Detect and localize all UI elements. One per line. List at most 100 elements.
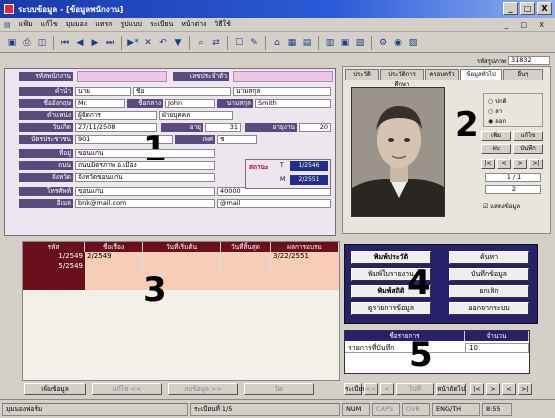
menu-view[interactable]: มุมมอง xyxy=(66,19,87,30)
extra2-icon[interactable]: ▨ xyxy=(407,37,419,49)
db-icon[interactable]: ▧ xyxy=(354,37,366,49)
extra-icon[interactable]: ◉ xyxy=(392,37,404,49)
add-record-button[interactable]: เพิ่มข้อมูล xyxy=(24,383,86,395)
save-icon[interactable]: ▣ xyxy=(6,37,18,49)
label-province: จังหวัด xyxy=(19,173,73,182)
first-record-icon[interactable]: ⏮ xyxy=(59,37,71,49)
menu-records[interactable]: ระเบียน xyxy=(150,19,173,30)
menu-format[interactable]: รูปแบบ xyxy=(120,19,142,30)
cancel-button[interactable]: ยกเลิก xyxy=(449,285,529,298)
phone-field[interactable]: ขอนแก่น xyxy=(75,187,215,196)
street-field[interactable]: ถนนมิตรภาพ อ.เมือง xyxy=(75,161,215,170)
tab-education[interactable]: ประวัติการศึกษา xyxy=(380,69,424,88)
undo-icon[interactable]: ↶ xyxy=(157,37,169,49)
table-row-selector[interactable] xyxy=(23,272,85,290)
last-name-field[interactable]: นามสกุล xyxy=(233,87,331,96)
menu-help[interactable]: วิธีใช้ xyxy=(214,19,230,30)
design-icon[interactable]: ✎ xyxy=(248,37,260,49)
find-icon[interactable]: ⌕ xyxy=(195,37,207,49)
props-icon[interactable]: ⌂ xyxy=(271,37,283,49)
photo-add-button[interactable]: เพิ่ม xyxy=(481,131,511,141)
photo-nav-prev[interactable]: < xyxy=(497,159,511,169)
radio-leave[interactable]: ○ ลา xyxy=(488,106,502,116)
nav-nextpage-button[interactable]: หน้าถัดไป xyxy=(436,383,466,395)
sort-icon[interactable]: ☐ xyxy=(233,37,245,49)
tab-history[interactable]: ประวัติ xyxy=(345,69,379,80)
table-row[interactable]: 1/2549 2/2549 3/22/2551 xyxy=(23,252,339,262)
exit-icon[interactable]: ⚙ xyxy=(377,37,389,49)
position-select[interactable]: ผู้จัดการ xyxy=(75,111,157,120)
photo-nav-next[interactable]: > xyxy=(513,159,527,169)
photo-save-button[interactable]: บันทึก xyxy=(513,144,543,154)
employee-id-field[interactable] xyxy=(77,71,167,82)
filter-icon[interactable]: ▼ xyxy=(172,37,184,49)
table-new-row[interactable] xyxy=(85,272,339,290)
nav-first-button[interactable]: << xyxy=(364,383,378,395)
email-domain-field[interactable]: @mail xyxy=(217,199,331,208)
age-field[interactable]: 31 xyxy=(205,123,241,132)
radio-resign[interactable]: ◉ ออก xyxy=(488,116,506,126)
toolbar: ▣ ⎙ ◫ ⏮ ◀ ▶ ⏭ ▶* ✕ ↶ ▼ ⌕ ⇄ ☐ ✎ ⌂ ▦ ▤ ▥ ▣… xyxy=(0,33,555,53)
work-years-field[interactable]: 20 xyxy=(299,123,331,132)
email-field[interactable]: bnk@mail.com xyxy=(75,199,215,208)
show-data-checkbox[interactable]: ☑ แสดงข้อมูล xyxy=(483,201,520,211)
nav-goto-button[interactable]: ไปที่ xyxy=(396,383,434,395)
edit-prev-button[interactable]: แก้ไข << xyxy=(92,383,162,395)
middle-name-field[interactable]: John xyxy=(165,99,215,108)
summary-row[interactable]: รายการที่บันทึก 10 xyxy=(345,343,529,353)
photo-edit-button[interactable]: แก้ไข xyxy=(513,131,543,141)
search-button[interactable]: ค้นหา xyxy=(449,251,529,264)
replace-icon[interactable]: ⇄ xyxy=(210,37,222,49)
menu-edit[interactable]: แก้ไข xyxy=(41,19,58,30)
nav-prev-button[interactable]: < xyxy=(380,383,394,395)
menu-window[interactable]: หน้าต่าง xyxy=(181,19,206,30)
close-form-button[interactable]: ปิด xyxy=(244,383,314,395)
prefix-field[interactable]: นาย xyxy=(75,87,131,96)
tab-family[interactable]: ครอบครัว xyxy=(425,69,459,80)
window-icon[interactable]: ▥ xyxy=(324,37,336,49)
province-field[interactable]: จังหวัดขอนแก่น xyxy=(75,173,215,182)
child-window-controls[interactable]: _ □ X xyxy=(505,21,549,29)
photo-code-field[interactable]: 31832 xyxy=(508,56,550,65)
delete-next-button[interactable]: ลบข้อมูล >> xyxy=(168,383,238,395)
nav-back-button[interactable]: < xyxy=(502,383,516,395)
help-icon[interactable]: ▣ xyxy=(339,37,351,49)
menu-file[interactable]: แฟ้ม xyxy=(19,19,33,30)
surname-en-field[interactable]: Smith xyxy=(255,99,331,108)
nav-next-button[interactable]: > xyxy=(486,383,500,395)
menu-insert[interactable]: แทรก xyxy=(95,19,112,30)
nav-begin-button[interactable]: |< xyxy=(470,383,484,395)
delete-icon[interactable]: ✕ xyxy=(142,37,154,49)
english-prefix-field[interactable]: Mr. xyxy=(75,99,125,108)
prev-record-icon[interactable]: ◀ xyxy=(74,37,86,49)
exit-system-button[interactable]: ออกจากระบบ xyxy=(449,302,529,315)
table-row[interactable]: 5/2549 xyxy=(23,262,339,272)
tab-other[interactable]: อื่นๆ xyxy=(503,69,543,80)
radio-normal[interactable]: ○ ปกติ xyxy=(488,96,507,106)
nav-last-button[interactable]: >| xyxy=(518,383,532,395)
new-record-icon[interactable]: ▶* xyxy=(127,37,139,49)
status-caps: CAPS xyxy=(372,402,400,416)
department-field[interactable]: ฝ่ายบุคคล xyxy=(159,111,233,120)
gender-field[interactable]: ช xyxy=(217,135,257,144)
minimize-button[interactable]: _ xyxy=(503,2,518,15)
photo-nav-last[interactable]: >| xyxy=(529,159,543,169)
first-name-field[interactable]: ชื่อ xyxy=(133,87,231,96)
status-value-t[interactable]: 1/2546 xyxy=(290,161,328,171)
code-icon[interactable]: ▤ xyxy=(301,37,313,49)
photo-nav-first[interactable]: |< xyxy=(481,159,495,169)
status-value-m[interactable]: 2/2551 xyxy=(290,175,328,185)
save-data-button[interactable]: บันทึกข้อมูล xyxy=(449,268,529,281)
address-field[interactable]: ขอนแก่น xyxy=(75,149,215,158)
view-list-button[interactable]: ดูรายการข้อมูล xyxy=(351,302,431,315)
tab-general[interactable]: ข้อมูลทั่วไป xyxy=(460,69,502,80)
preview-icon[interactable]: ◫ xyxy=(36,37,48,49)
form-icon[interactable]: ▦ xyxy=(286,37,298,49)
id-number-field[interactable] xyxy=(233,71,333,82)
last-record-icon[interactable]: ⏭ xyxy=(104,37,116,49)
print-icon[interactable]: ⎙ xyxy=(21,37,33,49)
close-button[interactable]: X xyxy=(537,2,552,15)
maximize-button[interactable]: □ xyxy=(520,2,535,15)
photo-delete-button[interactable]: ลบ xyxy=(481,144,511,154)
next-record-icon[interactable]: ▶ xyxy=(89,37,101,49)
